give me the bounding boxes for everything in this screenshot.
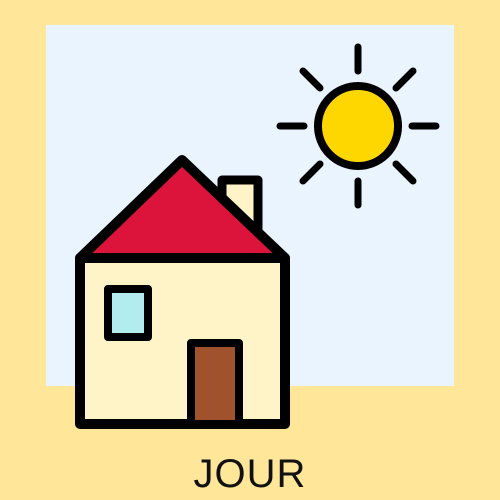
sun-icon xyxy=(276,43,440,209)
house-door xyxy=(187,339,243,428)
day-illustration xyxy=(46,25,454,429)
day-card: JOUR xyxy=(0,0,500,500)
caption-label: JOUR xyxy=(193,452,307,496)
house-window xyxy=(104,285,152,341)
